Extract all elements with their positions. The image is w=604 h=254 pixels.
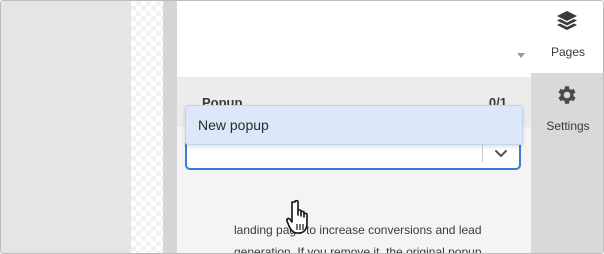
sidebar-item-settings[interactable]: Settings bbox=[531, 73, 603, 145]
panel-divider bbox=[163, 1, 177, 253]
hand-pointer-icon bbox=[286, 199, 308, 234]
sidebar-item-pages[interactable]: Pages bbox=[531, 1, 603, 73]
chevron-down-icon[interactable] bbox=[491, 143, 511, 163]
scroll-down-arrow-icon[interactable] bbox=[517, 53, 525, 58]
popup-description: landing page to increase conversions and… bbox=[234, 219, 524, 254]
popup-description-line: landing page to increase conversions and… bbox=[234, 223, 482, 237]
canvas-background bbox=[1, 1, 131, 253]
dropdown-option-new-popup[interactable]: New popup bbox=[198, 117, 269, 133]
app-window: Popup 0/1 landing page to increase conve… bbox=[0, 0, 604, 254]
layers-icon bbox=[557, 11, 577, 30]
transparent-canvas-strip bbox=[131, 1, 163, 253]
select-separator bbox=[482, 144, 483, 162]
right-sidebar: Pages Settings bbox=[531, 1, 603, 253]
sidebar-item-label: Settings bbox=[546, 119, 590, 133]
popup-section: Popup 0/1 landing page to increase conve… bbox=[177, 77, 531, 254]
sidebar-item-label: Pages bbox=[550, 45, 586, 59]
popup-description-line: generation. If you remove it, the origin… bbox=[234, 245, 482, 254]
properties-panel: Popup 0/1 landing page to increase conve… bbox=[177, 1, 531, 254]
panel-scroll-area bbox=[177, 1, 531, 75]
popup-section-body: landing page to increase conversions and… bbox=[177, 127, 531, 254]
popup-dropdown-menu: New popup bbox=[185, 105, 523, 145]
gear-icon bbox=[558, 86, 576, 104]
